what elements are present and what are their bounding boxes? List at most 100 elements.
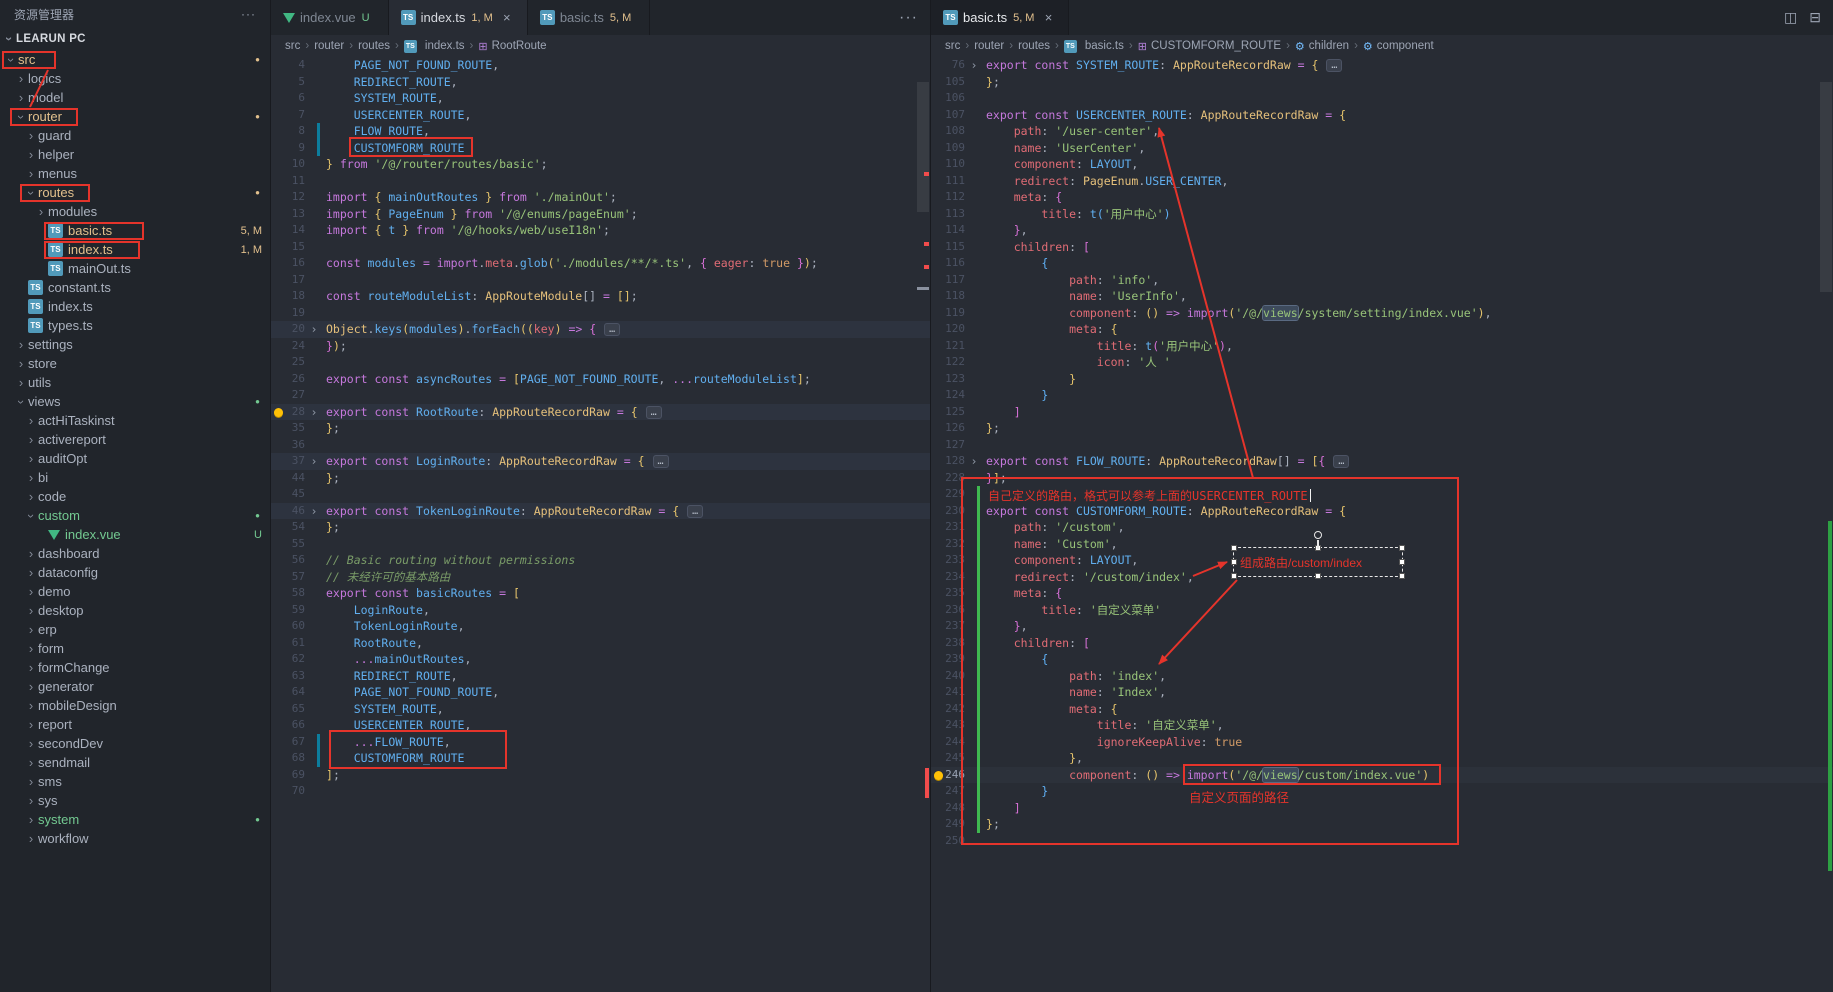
code-line[interactable]: 63 REDIRECT_ROUTE,	[271, 668, 930, 685]
tree-item-auditOpt[interactable]: ›auditOpt	[0, 449, 270, 468]
tree-item-views[interactable]: ›views●	[0, 392, 270, 411]
tree-item-desktop[interactable]: ›desktop	[0, 601, 270, 620]
code-editor-middle[interactable]: 4 PAGE_NOT_FOUND_ROUTE,5 REDIRECT_ROUTE,…	[271, 57, 930, 800]
code-line[interactable]: 230export const CUSTOMFORM_ROUTE: AppRou…	[931, 503, 1833, 520]
code-line[interactable]: 6 SYSTEM_ROUTE,	[271, 90, 930, 107]
fold-chevron-icon[interactable]: ›	[969, 57, 979, 74]
code-line[interactable]: 14import { t } from '/@/hooks/web/useI18…	[271, 222, 930, 239]
chevron-right-icon[interactable]: ›	[24, 471, 38, 485]
code-line[interactable]: 229	[931, 486, 1833, 503]
code-line[interactable]: 19	[271, 305, 930, 322]
code-line[interactable]: 55	[271, 536, 930, 553]
code-line[interactable]: 249};	[931, 816, 1833, 833]
close-icon[interactable]: ×	[1040, 10, 1056, 25]
chevron-right-icon[interactable]: ›	[24, 642, 38, 656]
code-line[interactable]: 11	[271, 173, 930, 190]
code-line[interactable]: 118 name: 'UserInfo',	[931, 288, 1833, 305]
chevron-right-icon[interactable]: ›	[24, 167, 38, 181]
tree-item-index.vue[interactable]: ›index.vueU	[0, 525, 270, 544]
chevron-right-icon[interactable]: ›	[24, 623, 38, 637]
code-line[interactable]: 4 PAGE_NOT_FOUND_ROUTE,	[271, 57, 930, 74]
chevron-right-icon[interactable]: ›	[24, 756, 38, 770]
code-line[interactable]: 128›export const FLOW_ROUTE: AppRouteRec…	[931, 453, 1833, 470]
folded-region-indicator[interactable]: …	[604, 323, 620, 336]
breadcrumb-src[interactable]: src	[285, 40, 300, 52]
code-line[interactable]: 44};	[271, 470, 930, 487]
code-line[interactable]: 16const modules = import.meta.glob('./mo…	[271, 255, 930, 272]
tab-basic.ts[interactable]: TSbasic.ts5, M×	[931, 0, 1069, 35]
code-line[interactable]: 13import { PageEnum } from '/@/enums/pag…	[271, 206, 930, 223]
tree-item-demo[interactable]: ›demo	[0, 582, 270, 601]
code-line[interactable]: 242 meta: {	[931, 701, 1833, 718]
code-line[interactable]: 250	[931, 833, 1833, 850]
tree-item-helper[interactable]: ›helper	[0, 145, 270, 164]
code-line[interactable]: 8 FLOW_ROUTE,	[271, 123, 930, 140]
code-line[interactable]: 7 USERCENTER_ROUTE,	[271, 107, 930, 124]
code-line[interactable]: 241 name: 'Index',	[931, 684, 1833, 701]
chevron-right-icon[interactable]: ›	[24, 604, 38, 618]
code-line[interactable]: 60 TokenLoginRoute,	[271, 618, 930, 635]
layout-icon[interactable]: ⊟	[1809, 9, 1821, 26]
tree-item-generator[interactable]: ›generator	[0, 677, 270, 696]
chevron-right-icon[interactable]: ›	[24, 433, 38, 447]
code-line[interactable]: 20›Object.keys(modules).forEach((key) =>…	[271, 321, 930, 338]
code-line[interactable]: 117 path: 'info',	[931, 272, 1833, 289]
code-line[interactable]: 125 ]	[931, 404, 1833, 421]
tree-item-report[interactable]: ›report	[0, 715, 270, 734]
fold-chevron-icon[interactable]: ›	[309, 503, 319, 520]
breadcrumb-router[interactable]: router	[974, 40, 1004, 52]
chevron-down-icon[interactable]: ›	[14, 395, 28, 409]
code-line[interactable]: 240 path: 'index',	[931, 668, 1833, 685]
tab-basic.ts[interactable]: TSbasic.ts5, M	[528, 0, 650, 35]
code-line[interactable]: 28›export const RootRoute: AppRouteRecor…	[271, 404, 930, 421]
chevron-right-icon[interactable]: ›	[24, 452, 38, 466]
chevron-right-icon[interactable]: ›	[34, 205, 48, 219]
chevron-right-icon[interactable]: ›	[24, 148, 38, 162]
workspace-root[interactable]: › LEARUN PC	[0, 28, 270, 50]
tree-item-logics[interactable]: ›logics	[0, 69, 270, 88]
folded-region-indicator[interactable]: …	[687, 505, 703, 518]
code-line[interactable]: 107export const USERCENTER_ROUTE: AppRou…	[931, 107, 1833, 124]
chevron-right-icon[interactable]: ›	[14, 72, 28, 86]
code-line[interactable]: 243 title: '自定义菜单',	[931, 717, 1833, 734]
tree-item-code[interactable]: ›code	[0, 487, 270, 506]
tree-item-dashboard[interactable]: ›dashboard	[0, 544, 270, 563]
code-line[interactable]: 64 PAGE_NOT_FOUND_ROUTE,	[271, 684, 930, 701]
code-line[interactable]: 54};	[271, 519, 930, 536]
chevron-right-icon[interactable]: ›	[24, 585, 38, 599]
tree-item-sms[interactable]: ›sms	[0, 772, 270, 791]
tree-item-sendmail[interactable]: ›sendmail	[0, 753, 270, 772]
code-line[interactable]: 235 meta: {	[931, 585, 1833, 602]
tree-item-mainOut.ts[interactable]: ›TSmainOut.ts	[0, 259, 270, 278]
code-line[interactable]: 70	[271, 783, 930, 800]
chevron-right-icon[interactable]: ›	[24, 661, 38, 675]
chevron-right-icon[interactable]: ›	[24, 490, 38, 504]
more-actions-icon[interactable]: ···	[241, 7, 256, 21]
code-line[interactable]: 247 }	[931, 783, 1833, 800]
tree-item-custom[interactable]: ›custom●	[0, 506, 270, 525]
code-line[interactable]: 123 }	[931, 371, 1833, 388]
tree-item-index.ts[interactable]: ›TSindex.ts	[0, 297, 270, 316]
code-line[interactable]: 234 redirect: '/custom/index',	[931, 569, 1833, 586]
code-line[interactable]: 57// 未经许可的基本路由	[271, 569, 930, 586]
tree-item-erp[interactable]: ›erp	[0, 620, 270, 639]
code-line[interactable]: 24});	[271, 338, 930, 355]
chevron-right-icon[interactable]: ›	[24, 832, 38, 846]
tree-item-src[interactable]: ›src●	[0, 50, 270, 69]
code-line[interactable]: 115 children: [	[931, 239, 1833, 256]
folded-region-indicator[interactable]: …	[653, 455, 669, 468]
code-line[interactable]: 236 title: '自定义菜单'	[931, 602, 1833, 619]
chevron-right-icon[interactable]: ›	[24, 718, 38, 732]
chevron-right-icon[interactable]: ›	[24, 775, 38, 789]
code-line[interactable]: 109 name: 'UserCenter',	[931, 140, 1833, 157]
code-line[interactable]: 5 REDIRECT_ROUTE,	[271, 74, 930, 91]
breadcrumb-src[interactable]: src	[945, 40, 960, 52]
code-line[interactable]: 25	[271, 354, 930, 371]
chevron-right-icon[interactable]: ›	[24, 737, 38, 751]
breadcrumb-children[interactable]: ⚙children	[1295, 40, 1349, 53]
code-line[interactable]: 245 },	[931, 750, 1833, 767]
more-actions-icon[interactable]: ···	[899, 9, 918, 27]
chevron-right-icon[interactable]: ›	[24, 794, 38, 808]
split-editor-icon[interactable]: ◫	[1784, 9, 1797, 26]
code-line[interactable]: 113 title: t('用户中心')	[931, 206, 1833, 223]
